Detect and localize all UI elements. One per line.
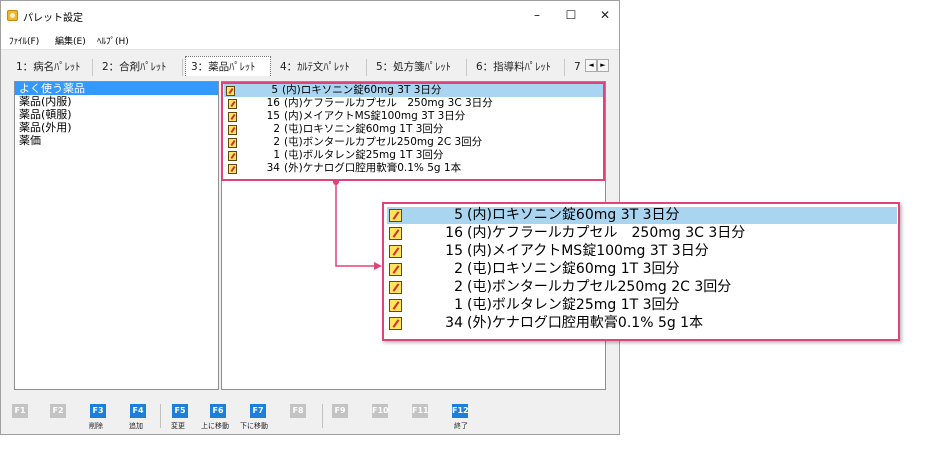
- memo-icon: [389, 317, 402, 330]
- zoom-list-item: 2 (屯)ロキソニン錠60mg 1T 3回分: [387, 261, 897, 278]
- connector-line: [335, 182, 380, 267]
- item-text: (外)ケナログ口腔用軟膏0.1% 5g 1本: [467, 315, 704, 331]
- zoom-list-item: 34 (外)ケナログ口腔用軟膏0.1% 5g 1本: [387, 315, 897, 332]
- item-text: (屯)ボルタレン錠25mg 1T 3回分: [467, 297, 680, 313]
- item-count: 34: [445, 315, 463, 331]
- item-count: 16: [445, 225, 463, 241]
- item-text: (屯)ロキソニン錠60mg 1T 3回分: [467, 261, 680, 277]
- item-count: 2: [454, 261, 463, 277]
- zoom-list-item: 2 (屯)ボンタールカプセル250mg 2C 3回分: [387, 279, 897, 296]
- item-text: (屯)ボンタールカプセル250mg 2C 3回分: [467, 279, 732, 295]
- memo-icon: [389, 263, 402, 276]
- item-count: 2: [454, 279, 463, 295]
- item-count: 15: [445, 243, 463, 259]
- zoom-list-item: 16 (内)ケフラールカプセル 250mg 3C 3日分: [387, 225, 897, 242]
- item-count: 5: [454, 207, 463, 223]
- memo-icon: [389, 209, 402, 222]
- connector-dot: [333, 179, 339, 185]
- item-count: 1: [454, 297, 463, 313]
- zoom-list-item: 1 (屯)ボルタレン錠25mg 1T 3回分: [387, 297, 897, 314]
- memo-icon: [389, 227, 402, 240]
- arrow-head-icon: [374, 262, 382, 270]
- memo-icon: [389, 245, 402, 258]
- zoomed-medicine-list: 5 (内)ロキソニン錠60mg 3T 3日分 16 (内)ケフラールカプセル 2…: [382, 202, 900, 341]
- zoom-list-item: 15 (内)メイアクトMS錠100mg 3T 3日分: [387, 243, 897, 260]
- item-text: (内)ロキソニン錠60mg 3T 3日分: [467, 207, 680, 223]
- memo-icon: [389, 299, 402, 312]
- memo-icon: [389, 281, 402, 294]
- item-text: (内)メイアクトMS錠100mg 3T 3日分: [467, 243, 709, 259]
- zoom-list-item: 5 (内)ロキソニン錠60mg 3T 3日分: [387, 207, 897, 224]
- item-text: (内)ケフラールカプセル 250mg 3C 3日分: [467, 225, 746, 241]
